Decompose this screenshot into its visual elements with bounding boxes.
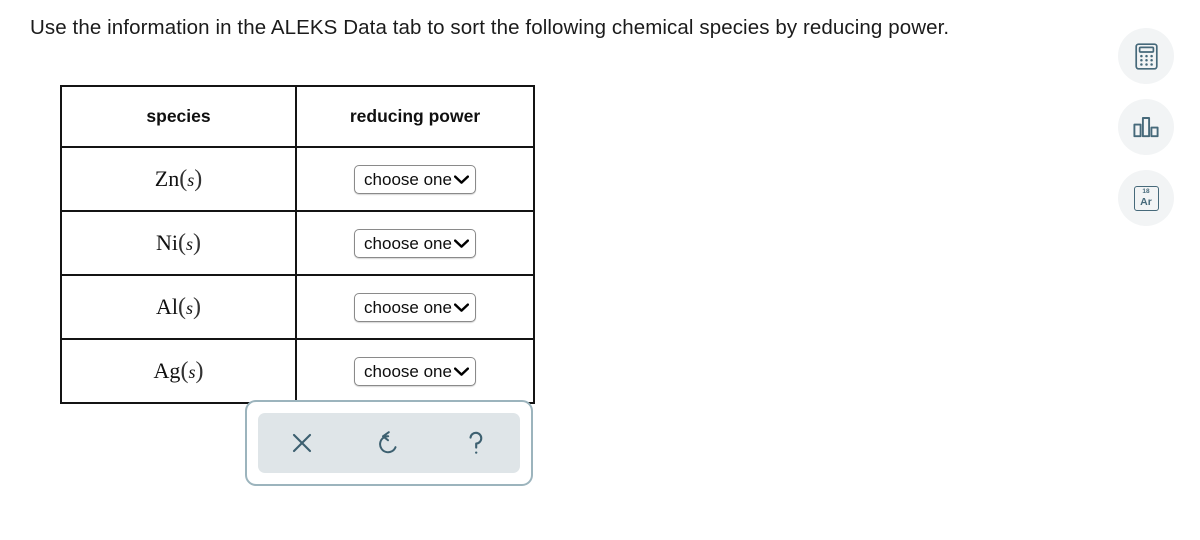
calculator-button[interactable] <box>1118 28 1174 84</box>
table-row: Al(s) choose one <box>60 274 535 340</box>
chemical-formula: Al(s) <box>155 293 201 320</box>
reducing-power-select-zn[interactable]: choose one <box>354 164 476 194</box>
atomic-number: 18 <box>1142 188 1150 195</box>
column-header-species: species <box>60 85 297 148</box>
species-cell: Ag(s) <box>60 338 297 404</box>
bar-chart-icon <box>1132 115 1160 139</box>
chemical-formula: Zn(s) <box>154 165 203 192</box>
close-paren: ) <box>193 229 201 256</box>
reducing-power-select-al[interactable]: choose one <box>354 292 476 322</box>
column-header-reducing-power: reducing power <box>295 85 535 148</box>
element-symbol: Ni <box>155 229 178 255</box>
reducing-power-cell: choose one <box>295 274 535 340</box>
close-x-icon <box>289 430 315 456</box>
help-button[interactable] <box>453 420 499 466</box>
reducing-power-select-ag[interactable]: choose one <box>354 356 476 386</box>
table-row: Ni(s) choose one <box>60 210 535 276</box>
page-title: Use the information in the ALEKS Data ta… <box>30 16 950 39</box>
table-row: Ag(s) choose one <box>60 338 535 404</box>
species-reducing-power-table: species reducing power Zn(s) choose one … <box>60 85 535 404</box>
data-chart-button[interactable] <box>1118 99 1174 155</box>
open-paren: ( <box>177 293 186 320</box>
chevron-down-icon <box>453 302 469 312</box>
chevron-down-icon <box>453 238 469 248</box>
element-symbol: Zn <box>154 165 180 191</box>
species-cell: Al(s) <box>60 274 297 340</box>
select-value: choose one <box>364 297 452 317</box>
reducing-power-cell: choose one <box>295 210 535 276</box>
state-label: s <box>185 297 193 318</box>
select-value: choose one <box>364 361 452 381</box>
table-header-row: species reducing power <box>60 85 535 148</box>
calculator-icon <box>1134 42 1159 71</box>
element-symbol: Ag <box>153 357 181 383</box>
answer-toolbar-inner <box>258 413 520 473</box>
periodic-table-icon: 18 Ar <box>1133 185 1159 211</box>
species-cell: Ni(s) <box>60 210 297 276</box>
select-value: choose one <box>364 233 452 253</box>
select-value: choose one <box>364 169 452 189</box>
tool-sidebar: 18 Ar <box>1118 28 1174 241</box>
undo-button[interactable] <box>366 420 412 466</box>
close-paren: ) <box>194 165 203 192</box>
open-paren: ( <box>177 229 186 256</box>
clear-button[interactable] <box>279 420 325 466</box>
chevron-down-icon <box>453 366 469 376</box>
element-symbol: Al <box>155 293 178 319</box>
question-mark-icon <box>463 429 489 457</box>
reducing-power-select-ni[interactable]: choose one <box>354 228 476 258</box>
species-cell: Zn(s) <box>60 146 297 212</box>
answer-toolbar <box>245 400 533 486</box>
reducing-power-cell: choose one <box>295 146 535 212</box>
periodic-table-button[interactable]: 18 Ar <box>1118 170 1174 226</box>
undo-arrow-icon <box>375 429 403 457</box>
reducing-power-cell: choose one <box>295 338 535 404</box>
chemical-formula: Ag(s) <box>153 357 204 384</box>
close-paren: ) <box>195 357 204 384</box>
close-paren: ) <box>193 293 201 320</box>
table-row: Zn(s) choose one <box>60 146 535 212</box>
element-symbol: Ar <box>1140 195 1152 208</box>
chevron-down-icon <box>453 174 469 184</box>
state-label: s <box>185 233 193 254</box>
chemical-formula: Ni(s) <box>155 229 201 256</box>
